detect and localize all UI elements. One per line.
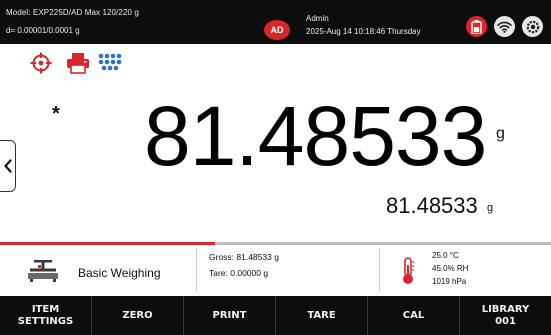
ambient-humidity: 45.0% RH [432, 264, 469, 273]
print-button[interactable]: PRINT [183, 296, 275, 335]
side-drawer-toggle[interactable] [0, 140, 16, 192]
ambient-temperature: 25.0 °C [432, 251, 459, 260]
tare-weight: Tare: 0.00000 g [209, 268, 269, 278]
division-info: d= 0.00001/0.0001 g [6, 26, 80, 35]
balance-icon[interactable] [26, 259, 60, 283]
main-weight-value: 81.48533 [144, 89, 487, 183]
tare-button[interactable]: TARE [275, 296, 367, 335]
thermometer-icon [403, 257, 415, 284]
stability-indicator: * [52, 103, 60, 125]
model-info: Model: EXP225D/AD Max 120/220 g [6, 8, 139, 17]
user-name: Admin [306, 14, 329, 23]
cal-button[interactable]: CAL [367, 296, 459, 335]
date-time: 2025-Aug 14 10:18:46 Thursday [306, 27, 421, 36]
settings-icon[interactable] [522, 16, 543, 37]
divider [379, 248, 380, 292]
target-icon[interactable] [30, 52, 52, 74]
dots-grid-icon[interactable] [97, 52, 127, 74]
item-settings-button[interactable]: ITEM SETTINGS [0, 296, 91, 335]
ambient-pressure: 1019 hPa [432, 277, 467, 286]
gross-weight: Gross: 81.48533 g [209, 252, 279, 262]
main-weight-unit: g [496, 125, 505, 142]
secondary-weight-value: 81.48533 [386, 193, 478, 218]
application-mode[interactable]: Basic Weighing [78, 266, 161, 280]
status-bar: Model: EXP225D/AD Max 120/220 g d= 0.000… [0, 0, 551, 44]
secondary-weight-unit: g [487, 202, 494, 214]
printer-icon[interactable] [66, 52, 90, 74]
battery-icon[interactable] [466, 16, 487, 37]
zero-button[interactable]: ZERO [91, 296, 183, 335]
divider [196, 248, 197, 292]
info-bar: Basic Weighing Gross: 81.48533 g Tare: 0… [0, 245, 551, 296]
user-avatar[interactable]: AD [264, 20, 290, 40]
library-button[interactable]: LIBRARY 001 [459, 296, 551, 335]
weighing-display: * 81.48533 g 81.48533 g [0, 44, 551, 242]
wifi-icon[interactable] [494, 16, 515, 37]
chevron-left-icon [3, 159, 12, 173]
softkey-bar: ITEM SETTINGS ZERO PRINT TARE CAL LIBRARY… [0, 296, 551, 335]
